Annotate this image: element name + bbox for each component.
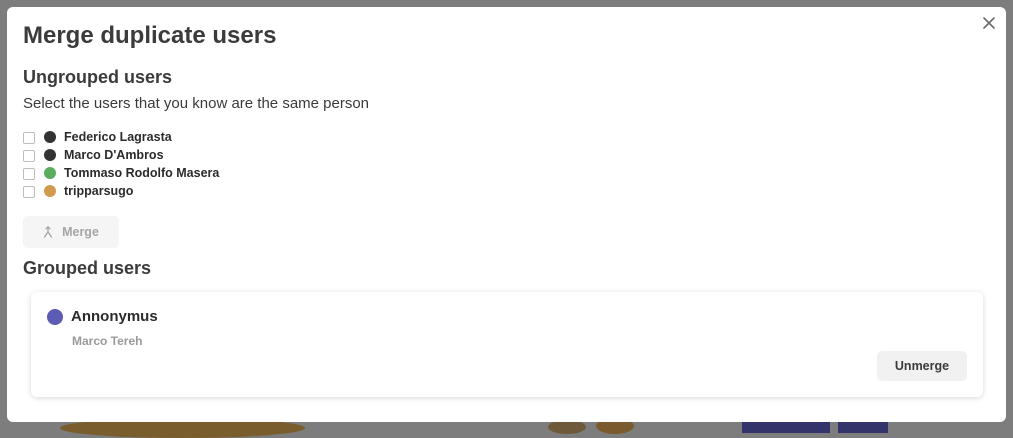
user-checkbox[interactable] <box>23 168 35 180</box>
merge-users-modal: Merge duplicate users Ungrouped users Se… <box>7 7 1006 422</box>
user-row[interactable]: Tommaso Rodolfo Masera <box>23 164 219 182</box>
close-icon[interactable] <box>980 14 998 32</box>
group-name: Annonymus <box>71 308 158 325</box>
merge-button-label: Merge <box>62 225 99 239</box>
user-row[interactable]: Marco D'Ambros <box>23 146 219 164</box>
user-checkbox[interactable] <box>23 150 35 162</box>
user-checkbox[interactable] <box>23 132 35 144</box>
unmerge-button[interactable]: Unmerge <box>877 351 967 381</box>
group-color-dot <box>47 308 63 325</box>
ungrouped-section-title: Ungrouped users <box>23 67 173 87</box>
ungrouped-instructions: Select the users that you know are the s… <box>23 95 370 112</box>
group-header: Annonymus <box>47 308 158 325</box>
user-row[interactable]: tripparsugo <box>23 182 219 200</box>
merge-icon <box>43 226 53 238</box>
user-color-dot <box>44 185 56 197</box>
user-name: Marco D'Ambros <box>64 148 164 162</box>
ungrouped-user-list: Federico Lagrasta Marco D'Ambros Tommaso… <box>23 128 219 200</box>
user-name: tripparsugo <box>64 184 134 198</box>
user-checkbox[interactable] <box>23 186 35 198</box>
user-color-dot <box>44 149 56 161</box>
user-color-dot <box>44 167 56 179</box>
group-member: Marco Tereh <box>72 334 143 348</box>
user-row[interactable]: Federico Lagrasta <box>23 128 219 146</box>
user-name: Tommaso Rodolfo Masera <box>64 166 220 180</box>
grouped-section-title: Grouped users <box>23 258 152 278</box>
user-name: Federico Lagrasta <box>64 130 172 144</box>
user-group-card: Annonymus Marco Tereh Unmerge <box>31 292 983 397</box>
modal-title: Merge duplicate users <box>23 22 277 49</box>
user-color-dot <box>44 131 56 143</box>
merge-button[interactable]: Merge <box>23 216 119 248</box>
